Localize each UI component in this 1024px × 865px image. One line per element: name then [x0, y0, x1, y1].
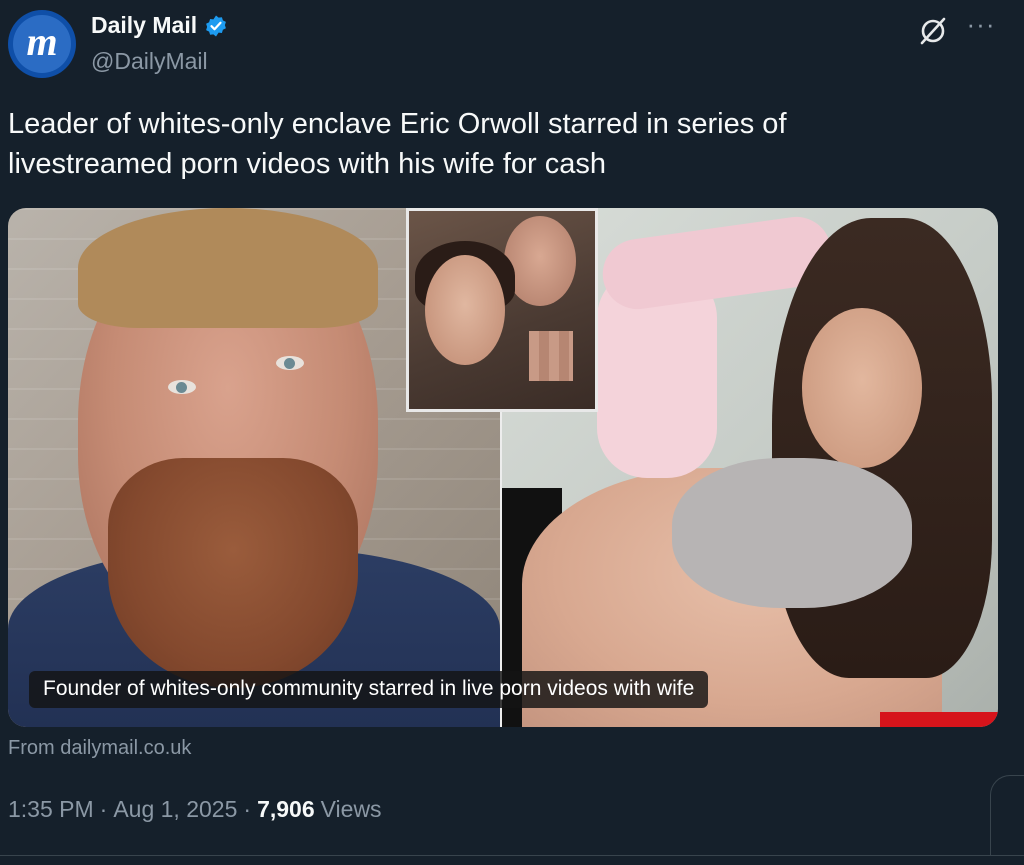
man-hair [78, 208, 378, 328]
tweet-time[interactable]: 1:35 PM [8, 796, 94, 823]
views-label: Views [320, 796, 382, 822]
avatar[interactable]: m [8, 10, 76, 78]
views-count: 7,906 [257, 796, 315, 822]
grey-top [672, 458, 912, 608]
meta-separator: · [99, 796, 108, 822]
reply-box-edge [990, 775, 1024, 856]
card-source-link[interactable]: From dailymail.co.uk [8, 737, 191, 760]
inset-woman-face [425, 255, 505, 365]
name-row: Daily Mail [91, 12, 228, 39]
grok-icon[interactable] [916, 14, 950, 48]
man-right-eye [276, 356, 304, 370]
card-caption: Founder of whites-only community starred… [29, 671, 709, 708]
avatar-logo: m [13, 15, 71, 73]
tweet-date[interactable]: Aug 1, 2025 [113, 796, 237, 823]
display-name[interactable]: Daily Mail [91, 12, 197, 39]
tweet-meta: 1:35 PM · Aug 1, 2025 · 7,906 Views [8, 796, 382, 823]
pixelated-blur [529, 331, 573, 381]
more-icon[interactable]: ··· [962, 11, 1000, 44]
woman-face [802, 308, 922, 468]
man-beard [108, 458, 358, 688]
tweet-text: Leader of whites-only enclave Eric Orwol… [8, 108, 787, 180]
man-left-eye [168, 380, 196, 394]
avatar-logo-mark: m [26, 19, 58, 64]
link-card[interactable]: Founder of whites-only community starred… [8, 208, 998, 727]
tweet: m Daily Mail @DailyMail ··· Leader of wh… [0, 0, 1024, 865]
meta-separator: · [243, 796, 252, 822]
card-image-inset [406, 208, 598, 412]
red-banner [880, 712, 998, 727]
inset-man-face [504, 216, 576, 306]
account-handle[interactable]: @DailyMail [91, 48, 208, 75]
verified-badge-icon[interactable] [204, 14, 228, 38]
divider-line [0, 855, 1024, 856]
